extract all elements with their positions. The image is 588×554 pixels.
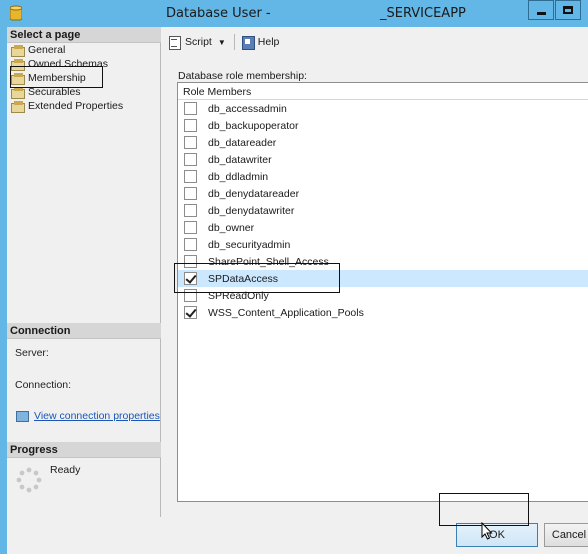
script-label: Script	[185, 36, 212, 48]
maximize-icon	[563, 6, 573, 14]
role-checkbox[interactable]	[184, 221, 197, 234]
list-item[interactable]: db_denydatawriter	[178, 202, 588, 219]
view-connection-properties-link[interactable]: View connection properties	[15, 410, 160, 422]
connection-properties-icon	[15, 410, 29, 422]
toolbar-separator	[233, 34, 235, 50]
mouse-cursor-icon	[481, 522, 493, 540]
list-item[interactable]: db_ddladmin	[178, 168, 588, 185]
role-checkbox[interactable]	[184, 238, 197, 251]
script-icon	[168, 35, 182, 50]
role-name: db_securityadmin	[208, 238, 291, 251]
left-pane: Select a page General Owned Schemas Memb…	[7, 27, 161, 517]
list-item[interactable]: db_datareader	[178, 134, 588, 151]
list-item[interactable]: db_securityadmin	[178, 236, 588, 253]
window-title-suffix: _SERVICEAPP	[380, 6, 466, 21]
role-name: db_denydatareader	[208, 187, 300, 200]
selection-highlight-frame	[174, 263, 340, 293]
maximize-button[interactable]	[555, 0, 581, 20]
role-members-column-header[interactable]: Role Members	[178, 83, 588, 100]
list-item[interactable]: db_backupoperator	[178, 117, 588, 134]
role-checkbox[interactable]	[184, 119, 197, 132]
server-label: Server:	[15, 347, 49, 359]
progress-spinner-icon	[16, 467, 42, 493]
toolbar: Script ▼ Help	[161, 27, 588, 57]
connection-label: Connection:	[15, 379, 72, 391]
ok-button[interactable]: OK	[456, 523, 538, 547]
role-checkbox[interactable]	[184, 153, 197, 166]
role-name: WSS_Content_Application_Pools	[208, 306, 364, 319]
chevron-down-icon[interactable]: ▼	[218, 38, 226, 47]
list-item[interactable]: db_denydatareader	[178, 185, 588, 202]
role-checkbox[interactable]	[184, 170, 197, 183]
minimize-icon	[536, 11, 546, 15]
cancel-button[interactable]: Cancel	[544, 523, 588, 547]
page-item-label: Extended Properties	[28, 100, 124, 112]
progress-header: Progress	[7, 442, 161, 458]
page-item-general[interactable]: General	[11, 43, 65, 57]
script-button[interactable]: Script ▼	[168, 33, 234, 51]
role-name: db_ddladmin	[208, 170, 269, 183]
role-checkbox-checked[interactable]	[184, 306, 197, 319]
title-bar[interactable]: Database User - _SERVICEAPP	[0, 0, 588, 27]
membership-highlight-frame	[10, 66, 103, 88]
role-checkbox[interactable]	[184, 187, 197, 200]
role-name: db_denydatawriter	[208, 204, 295, 217]
list-item[interactable]: WSS_Content_Application_Pools	[178, 304, 588, 321]
connection-header: Connection	[7, 323, 161, 339]
view-connection-properties-label: View connection properties	[34, 410, 160, 422]
database-app-icon	[10, 5, 22, 21]
dialog-window: Database User - _SERVICEAPP Select a pag…	[0, 0, 588, 554]
role-checkbox[interactable]	[184, 102, 197, 115]
role-name: db_owner	[208, 221, 255, 234]
list-item[interactable]: db_accessadmin	[178, 100, 588, 117]
progress-status: Ready	[50, 464, 81, 476]
select-page-header: Select a page	[7, 27, 161, 43]
help-label: Help	[257, 36, 280, 48]
role-name: db_backupoperator	[208, 119, 299, 132]
dialog-client-area: Select a page General Owned Schemas Memb…	[7, 27, 588, 554]
page-icon	[11, 44, 25, 57]
help-icon	[241, 35, 255, 50]
page-icon	[11, 86, 25, 99]
page-item-label: General	[28, 44, 66, 56]
role-membership-label: Database role membership:	[178, 70, 307, 82]
list-item[interactable]: db_datawriter	[178, 151, 588, 168]
minimize-button[interactable]	[528, 0, 554, 20]
role-name: db_datawriter	[208, 153, 272, 166]
window-title: Database User -	[166, 6, 271, 21]
role-checkbox[interactable]	[184, 204, 197, 217]
role-name: db_accessadmin	[208, 102, 287, 115]
help-button[interactable]: Help	[241, 33, 280, 51]
page-item-extended-properties[interactable]: Extended Properties	[11, 99, 123, 113]
list-item[interactable]: db_owner	[178, 219, 588, 236]
role-checkbox[interactable]	[184, 136, 197, 149]
page-icon	[11, 100, 25, 113]
role-name: db_datareader	[208, 136, 277, 149]
